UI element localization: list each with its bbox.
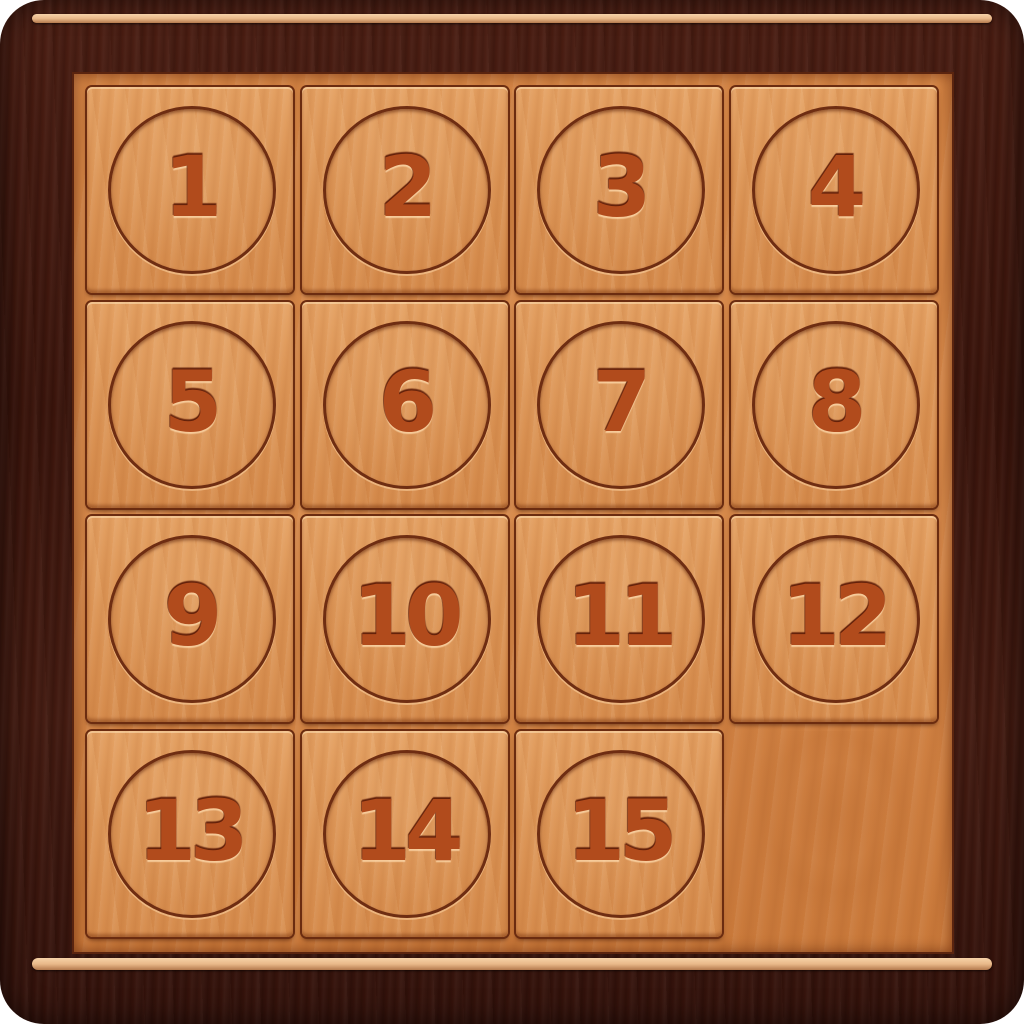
frame-bottom-rail bbox=[32, 958, 992, 970]
tile-number: 4 bbox=[807, 138, 866, 236]
tile-12[interactable]: 12 bbox=[731, 516, 937, 722]
tile-5[interactable]: 5 bbox=[87, 302, 293, 508]
tile-number: 13 bbox=[137, 782, 249, 880]
tile-number: 8 bbox=[807, 353, 866, 451]
tile-10[interactable]: 10 bbox=[302, 516, 508, 722]
tile-8[interactable]: 8 bbox=[731, 302, 937, 508]
tile-15[interactable]: 15 bbox=[516, 731, 722, 937]
tile-6[interactable]: 6 bbox=[302, 302, 508, 508]
tile-11[interactable]: 11 bbox=[516, 516, 722, 722]
tile-number: 3 bbox=[592, 138, 651, 236]
tile-14[interactable]: 14 bbox=[302, 731, 508, 937]
tile-number: 2 bbox=[378, 138, 437, 236]
tile-1[interactable]: 1 bbox=[87, 87, 293, 293]
tile-number: 14 bbox=[352, 782, 464, 880]
tile-number: 5 bbox=[163, 353, 222, 451]
tile-number: 11 bbox=[566, 567, 678, 665]
tile-number: 7 bbox=[592, 353, 651, 451]
tile-3[interactable]: 3 bbox=[516, 87, 722, 293]
tile-number: 10 bbox=[352, 567, 464, 665]
tile-9[interactable]: 9 bbox=[87, 516, 293, 722]
tile-number: 15 bbox=[566, 782, 678, 880]
tile-number: 12 bbox=[781, 567, 893, 665]
tile-7[interactable]: 7 bbox=[516, 302, 722, 508]
tile-2[interactable]: 2 bbox=[302, 87, 508, 293]
tile-number: 1 bbox=[163, 138, 222, 236]
tile-13[interactable]: 13 bbox=[87, 731, 293, 937]
frame-top-rail bbox=[32, 14, 992, 23]
puzzle-board: 1 2 3 4 5 6 7 8 9 10 11 12 13 14 15 bbox=[74, 74, 952, 952]
wooden-frame: 1 2 3 4 5 6 7 8 9 10 11 12 13 14 15 bbox=[0, 0, 1024, 1024]
tile-4[interactable]: 4 bbox=[731, 87, 937, 293]
tile-number: 6 bbox=[378, 353, 437, 451]
tile-number: 9 bbox=[163, 567, 222, 665]
empty-cell[interactable] bbox=[731, 731, 937, 937]
